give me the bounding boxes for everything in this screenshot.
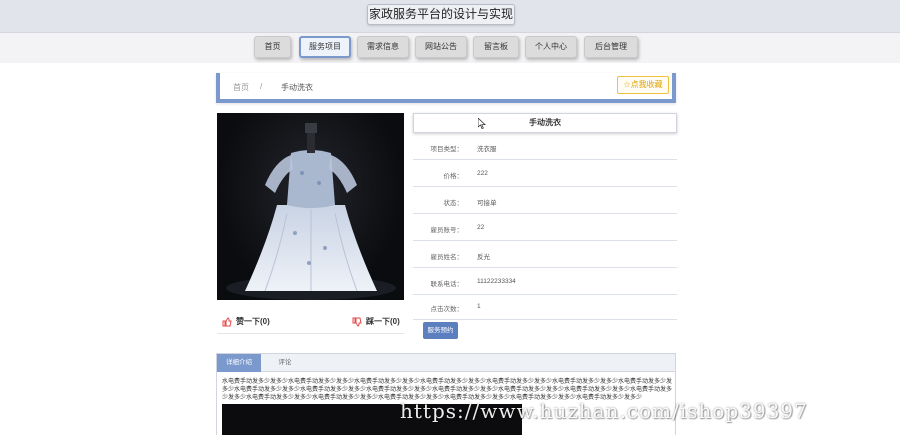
field-value: 可接单 bbox=[477, 200, 497, 207]
main-nav: 首页 服务项目 需求信息 网站公告 留言板 个人中心 后台管理 bbox=[0, 33, 900, 63]
breadcrumb-home[interactable]: 首页 bbox=[233, 82, 249, 93]
tabs-header: 详细介绍 评论 bbox=[217, 354, 675, 372]
breadcrumb-separator: / bbox=[260, 82, 263, 91]
nav-admin[interactable]: 后台管理 bbox=[584, 36, 638, 58]
mouse-cursor-icon bbox=[478, 118, 486, 129]
collect-button[interactable]: ☆点我收藏 bbox=[617, 76, 669, 94]
field-value: 222 bbox=[477, 170, 488, 177]
like-button[interactable]: 赞一下(0) bbox=[222, 316, 270, 327]
nav-message-board[interactable]: 留言板 bbox=[473, 36, 519, 58]
nav-home[interactable]: 首页 bbox=[254, 36, 291, 58]
dress-illustration bbox=[226, 123, 396, 300]
field-row-employee-account: 雇员账号： 22 bbox=[413, 214, 677, 241]
field-label: 雇员姓名： bbox=[430, 254, 464, 261]
like-label: 赞一下(0) bbox=[236, 317, 270, 326]
top-header: 家政服务平台的设计与实现 bbox=[0, 0, 900, 33]
nav-personal-center[interactable]: 个人中心 bbox=[525, 36, 577, 58]
nav-demands[interactable]: 需求信息 bbox=[357, 36, 409, 58]
product-image bbox=[217, 113, 404, 300]
field-label: 项目类型： bbox=[430, 146, 464, 153]
nav-services[interactable]: 服务项目 bbox=[299, 36, 351, 58]
field-row-clicks: 点击次数： 1 bbox=[413, 293, 677, 320]
vote-row: 赞一下(0) 踩一下(0) bbox=[217, 312, 404, 334]
field-value: 反光 bbox=[477, 254, 490, 261]
field-label: 状态： bbox=[443, 200, 464, 207]
field-row-type: 项目类型： 洗衣服 bbox=[413, 133, 677, 160]
detail-title: 手动洗衣 bbox=[413, 113, 677, 133]
field-row-status: 状态： 可接单 bbox=[413, 187, 677, 214]
field-value: 22 bbox=[477, 224, 485, 231]
field-row-phone: 联系电话： 11122233334 bbox=[413, 268, 677, 295]
field-row-employee-name: 雇员姓名： 反光 bbox=[413, 241, 677, 268]
site-title: 家政服务平台的设计与实现 bbox=[367, 4, 515, 25]
collect-button-label: 点我收藏 bbox=[630, 80, 663, 89]
field-value: 11122233334 bbox=[477, 278, 516, 285]
tab-details[interactable]: 详细介绍 bbox=[217, 354, 261, 372]
field-label: 雇员账号： bbox=[430, 227, 464, 234]
field-label: 点击次数： bbox=[430, 306, 464, 313]
field-value: 洗衣服 bbox=[477, 146, 497, 153]
field-row-price: 价格： 222 bbox=[413, 160, 677, 187]
tab-comments[interactable]: 评论 bbox=[269, 354, 301, 372]
breadcrumb: 首页 / 手动洗衣 ☆点我收藏 bbox=[216, 73, 676, 103]
nav-announcements[interactable]: 网站公告 bbox=[415, 36, 467, 58]
book-service-button[interactable]: 服务预约 bbox=[423, 322, 458, 339]
watermark: https://www.huzhan.com/ishop39397 bbox=[400, 399, 808, 423]
thumbs-up-icon bbox=[222, 316, 232, 326]
field-label: 价格： bbox=[443, 173, 464, 180]
breadcrumb-current: 手动洗衣 bbox=[281, 83, 313, 92]
field-label: 联系电话： bbox=[430, 281, 464, 288]
thumbs-down-icon bbox=[352, 317, 362, 327]
dislike-label: 踩一下(0) bbox=[366, 317, 400, 326]
field-value: 1 bbox=[477, 303, 481, 310]
star-icon: ☆ bbox=[623, 80, 631, 89]
dislike-button[interactable]: 踩一下(0) bbox=[352, 316, 400, 327]
